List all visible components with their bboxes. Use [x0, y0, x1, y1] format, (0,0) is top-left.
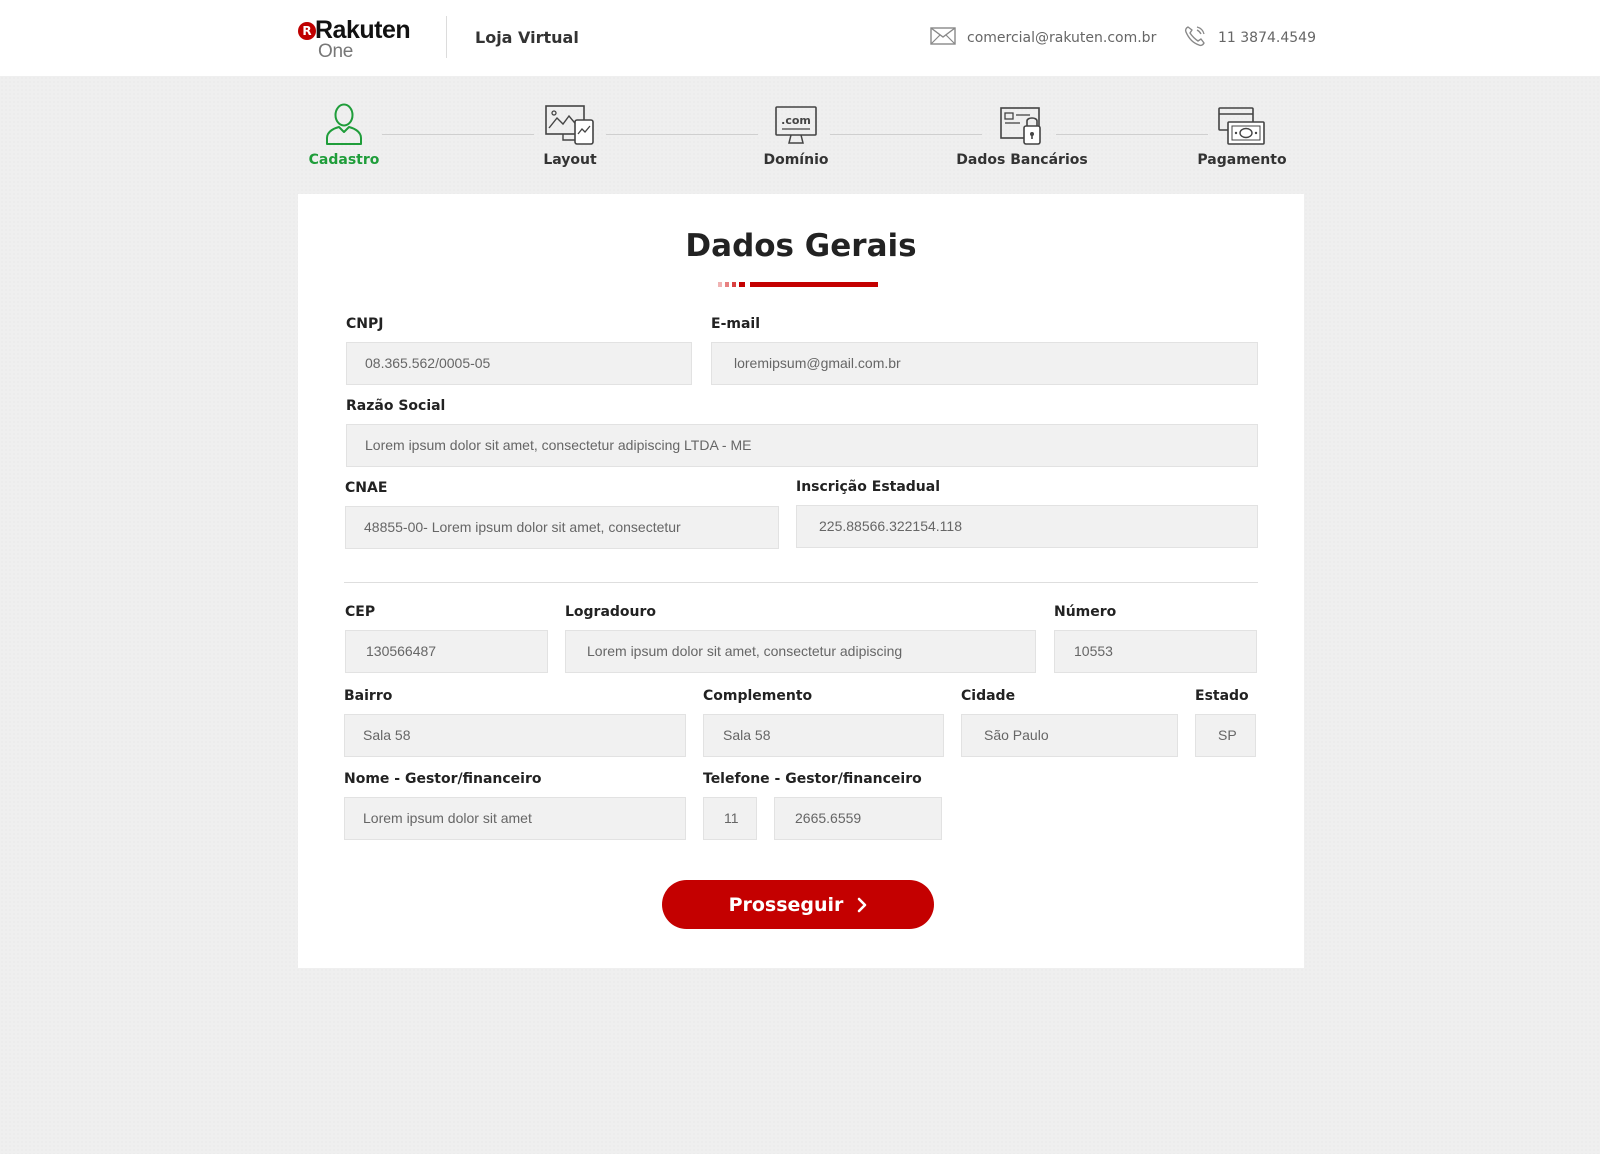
inscricao-estadual-field[interactable]: 225.88566.322154.118	[796, 505, 1258, 548]
prosseguir-button[interactable]: Prosseguir	[662, 880, 934, 929]
header-divider	[446, 16, 447, 58]
razao-social-field[interactable]: Lorem ipsum dolor sit amet, consectetur …	[346, 424, 1258, 467]
email-field[interactable]: loremipsum@gmail.com.br	[711, 342, 1258, 385]
domain-monitor-icon: .com	[726, 100, 866, 146]
estado-label: Estado	[1195, 688, 1249, 704]
logo-sub: One	[318, 41, 354, 62]
phone-icon	[1183, 24, 1207, 52]
progress-steps: Cadastro Layout .com Domínio Dados Bancá…	[298, 100, 1288, 180]
cidade-label: Cidade	[961, 688, 1016, 704]
telefone-ddd-field[interactable]: 11	[703, 797, 757, 840]
cnpj-field[interactable]: 08.365.562/0005-05	[346, 342, 692, 385]
step-label: Pagamento	[1197, 152, 1287, 168]
title-underline	[718, 282, 888, 287]
inscricao-estadual-label: Inscrição Estadual	[796, 479, 941, 495]
step-label: Domínio	[763, 152, 829, 168]
layout-devices-icon	[500, 100, 640, 146]
bairro-label: Bairro	[344, 688, 393, 704]
prosseguir-label: Prosseguir	[728, 893, 844, 916]
top-header: R Rakuten One Loja Virtual comercial@rak…	[0, 0, 1600, 76]
bank-lock-icon	[952, 100, 1092, 146]
step-dominio[interactable]: .com Domínio	[726, 100, 866, 168]
dados-gerais-form: Dados Gerais CNPJ 08.365.562/0005-05 E-m…	[298, 194, 1304, 968]
nome-gestor-field[interactable]: Lorem ipsum dolor sit amet	[344, 797, 686, 840]
telefone-gestor-label: Telefone - Gestor/financeiro	[703, 771, 922, 787]
step-layout[interactable]: Layout	[500, 100, 640, 168]
logradouro-label: Logradouro	[565, 604, 657, 620]
step-label: Layout	[543, 152, 597, 168]
envelope-icon	[930, 27, 956, 49]
contact-email-text: comercial@rakuten.com.br	[967, 30, 1157, 46]
logradouro-field[interactable]: Lorem ipsum dolor sit amet, consectetur …	[565, 630, 1036, 673]
numero-field[interactable]: 10553	[1054, 630, 1257, 673]
complemento-label: Complemento	[703, 688, 813, 704]
store-title: Loja Virtual	[475, 28, 579, 47]
user-icon	[274, 100, 414, 146]
cep-field[interactable]: 130566487	[345, 630, 548, 673]
cidade-field[interactable]: São Paulo	[961, 714, 1178, 757]
rakuten-one-logo[interactable]: R Rakuten One	[298, 16, 418, 62]
payment-card-icon	[1172, 100, 1312, 146]
nome-gestor-label: Nome - Gestor/financeiro	[344, 771, 542, 787]
cnae-field[interactable]: 48855-00- Lorem ipsum dolor sit amet, co…	[345, 506, 779, 549]
numero-label: Número	[1054, 604, 1117, 620]
step-cadastro[interactable]: Cadastro	[274, 100, 414, 168]
section-divider	[344, 582, 1258, 583]
form-title: Dados Gerais	[685, 228, 917, 264]
contact-phone[interactable]: 11 3874.4549	[1183, 26, 1316, 50]
logo-mark: R	[298, 22, 316, 40]
bairro-field[interactable]: Sala 58	[344, 714, 686, 757]
step-pagamento[interactable]: Pagamento	[1172, 100, 1312, 168]
cep-label: CEP	[345, 604, 376, 620]
chevron-right-icon	[857, 897, 867, 913]
razao-social-label: Razão Social	[346, 398, 446, 414]
svg-text:.com: .com	[781, 114, 811, 127]
cnae-label: CNAE	[345, 480, 388, 496]
estado-field[interactable]: SP	[1195, 714, 1256, 757]
step-label: Cadastro	[308, 152, 380, 168]
complemento-field[interactable]: Sala 58	[703, 714, 944, 757]
step-dados-bancarios[interactable]: Dados Bancários	[952, 100, 1092, 168]
contact-email[interactable]: comercial@rakuten.com.br	[930, 26, 1156, 50]
telefone-number-field[interactable]: 2665.6559	[774, 797, 942, 840]
contact-phone-text: 11 3874.4549	[1218, 30, 1316, 46]
step-label: Dados Bancários	[956, 152, 1088, 168]
cnpj-label: CNPJ	[346, 316, 384, 332]
email-label: E-mail	[711, 316, 761, 332]
